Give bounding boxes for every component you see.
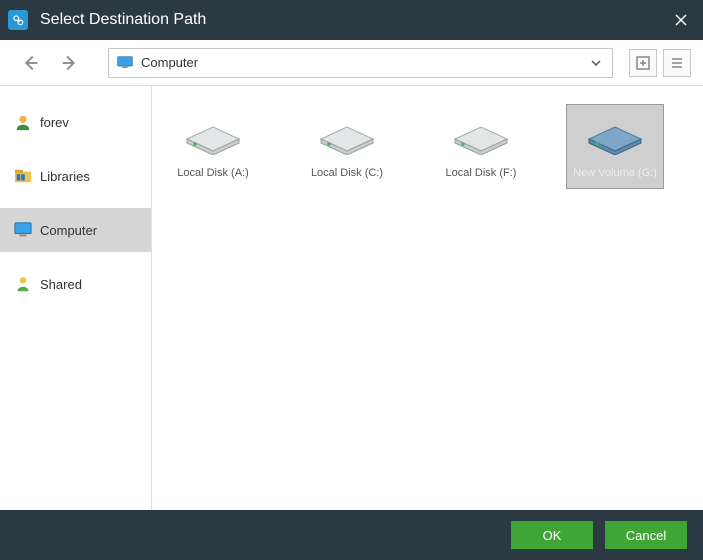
drive-label: Local Disk (F:) — [446, 167, 517, 180]
list-view-button[interactable] — [663, 49, 691, 77]
close-button[interactable] — [659, 0, 703, 40]
disk-icon — [583, 111, 647, 159]
drive-grid: Local Disk (A:) Local Disk (C:) Loca — [152, 86, 703, 510]
sidebar: forev Libraries Computer Shared — [0, 86, 152, 510]
back-button[interactable] — [18, 51, 42, 75]
drive-item[interactable]: Local Disk (A:) — [164, 104, 262, 189]
nav-arrows — [0, 51, 100, 75]
forward-button[interactable] — [58, 51, 82, 75]
sidebar-item-label: Libraries — [40, 169, 90, 184]
sidebar-item-user[interactable]: forev — [0, 100, 151, 144]
main-area: forev Libraries Computer Shared — [0, 86, 703, 510]
sidebar-item-computer[interactable]: Computer — [0, 208, 151, 252]
user-icon — [14, 113, 32, 131]
app-logo-icon — [8, 10, 28, 30]
breadcrumb-dropdown-icon[interactable] — [584, 51, 608, 75]
computer-icon — [14, 221, 32, 239]
sidebar-item-label: Shared — [40, 277, 82, 292]
shared-icon — [14, 275, 32, 293]
libraries-icon — [14, 167, 32, 185]
toolbar: Computer — [0, 40, 703, 86]
drive-item[interactable]: Local Disk (C:) — [298, 104, 396, 189]
new-folder-button[interactable] — [629, 49, 657, 77]
sidebar-item-shared[interactable]: Shared — [0, 262, 151, 306]
breadcrumb[interactable]: Computer — [108, 48, 613, 78]
drive-label: Local Disk (C:) — [311, 167, 383, 180]
footer: OK Cancel — [0, 510, 703, 560]
cancel-button[interactable]: Cancel — [605, 521, 687, 549]
ok-button[interactable]: OK — [511, 521, 593, 549]
drive-label: Local Disk (A:) — [177, 167, 249, 180]
disk-icon — [449, 111, 513, 159]
disk-icon — [181, 111, 245, 159]
toolbar-buttons — [629, 49, 703, 77]
breadcrumb-text: Computer — [141, 55, 584, 70]
disk-icon — [315, 111, 379, 159]
sidebar-item-label: Computer — [40, 223, 97, 238]
sidebar-item-label: forev — [40, 115, 69, 130]
drive-item[interactable]: New Volume (G:) — [566, 104, 664, 189]
title-bar: Select Destination Path — [0, 0, 703, 40]
sidebar-item-libraries[interactable]: Libraries — [0, 154, 151, 198]
window-title: Select Destination Path — [36, 11, 659, 29]
drive-item[interactable]: Local Disk (F:) — [432, 104, 530, 189]
computer-icon — [117, 56, 133, 70]
drive-label: New Volume (G:) — [573, 167, 657, 180]
